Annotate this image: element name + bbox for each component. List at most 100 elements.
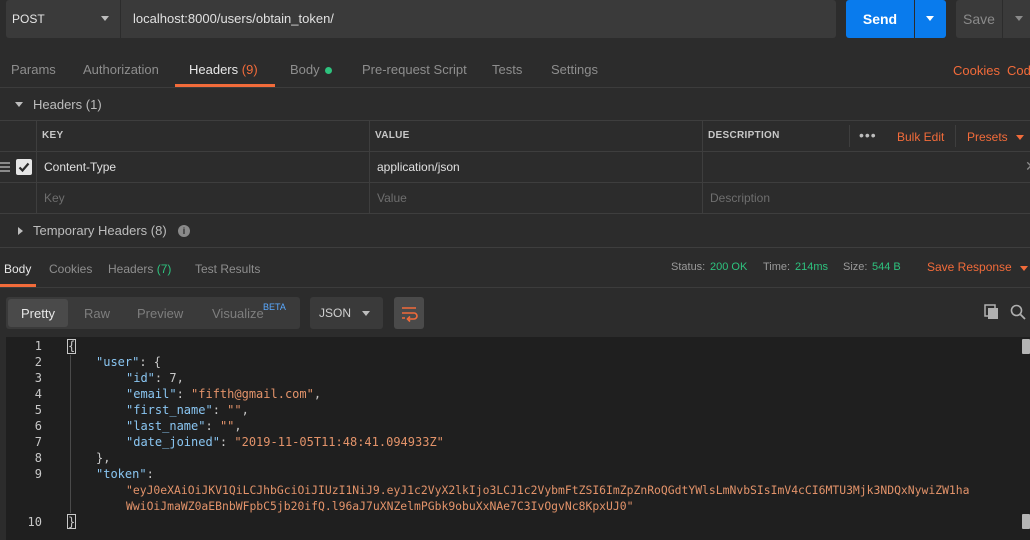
view-pretty-button[interactable]: Pretty [21,306,55,321]
json-string: WwiOiJmaWZ0aEBnbWFpbC5jb20ifQ.l96aJ7uXNZ… [126,499,634,513]
response-tab-body[interactable]: Body [4,262,31,276]
fold-guide [70,355,71,513]
json-key: "first_name" [126,403,213,417]
json-number: 7 [169,371,177,385]
bulk-edit-link[interactable]: Bulk Edit [897,130,944,144]
response-tab-test-results[interactable]: Test Results [195,262,260,276]
column-header-value: VALUE [375,130,410,141]
column-header-description: DESCRIPTION [708,130,780,141]
code-line: "last_name": "", [126,419,242,433]
save-button[interactable]: Save [956,0,1002,38]
new-description-input[interactable]: Description [710,191,770,205]
tab-body[interactable]: Body [290,62,333,77]
scrollbar-thumb[interactable] [1022,339,1030,354]
size-label: Size: [843,261,868,273]
json-string: "fifth@gmail.com" [191,387,314,401]
view-raw-button[interactable]: Raw [84,306,110,321]
tab-params[interactable]: Params [11,62,56,77]
copy-icon[interactable] [984,304,1000,323]
drag-handle-icon[interactable] [0,162,10,174]
save-dropdown-button[interactable] [1003,0,1030,38]
size-value[interactable]: 544 B [872,261,901,273]
line-number: 7 [34,435,42,449]
expand-icon[interactable] [18,227,23,235]
cookies-link[interactable]: Cookies [953,63,1000,78]
line-number: 1 [34,339,42,353]
info-icon[interactable]: i [178,225,190,237]
body-indicator-dot [325,67,333,75]
new-value-input[interactable]: Value [377,191,407,205]
time-label: Time: [763,261,791,273]
temporary-headers-label: Temporary Headers [33,223,148,238]
json-key: "date_joined" [126,435,220,449]
tab-headers[interactable]: Headers (9) [189,62,258,77]
table-border [0,182,1030,183]
more-icon[interactable]: ••• [859,127,877,143]
table-col-divider [702,120,703,213]
check-icon [18,162,30,173]
beta-badge: BETA [263,302,286,312]
time-value[interactable]: 214ms [795,261,828,273]
table-border [0,213,1030,214]
chevron-down-icon[interactable] [101,16,109,21]
code-line: "email": "fifth@gmail.com", [126,387,322,401]
header-key-cell[interactable]: Content-Type [44,160,116,174]
response-tab-headers[interactable]: Headers (7) [108,262,171,276]
search-icon[interactable] [1010,304,1026,323]
send-button[interactable]: Send [846,0,914,38]
send-dropdown-button[interactable] [915,0,946,38]
table-col-divider [369,120,370,213]
tab-prerequest-script[interactable]: Pre-request Script [362,62,467,77]
chevron-down-icon [1015,16,1023,21]
line-number: 3 [34,371,42,385]
wrap-lines-button[interactable] [394,297,424,329]
code-line: "user": { [96,355,162,369]
json-string: "eyJ0eXAiOiJKV1QiLCJhbGciOiJIUzI1NiJ9.ey… [126,483,970,497]
close-icon[interactable]: ✕ [1025,158,1030,175]
tabs-divider [0,87,1030,88]
chevron-down-icon [362,311,370,316]
temporary-headers-title[interactable]: Temporary Headers (8) [33,223,167,238]
temporary-headers-count: (8) [150,223,167,238]
json-key: "id" [126,371,155,385]
line-number: 2 [34,355,42,369]
collapse-icon[interactable] [15,102,23,107]
format-select-label: JSON [319,306,352,320]
presets-link[interactable]: Presets [967,130,1008,144]
code-link[interactable]: Code [1007,63,1030,78]
response-tab-headers-label: Headers [108,262,154,276]
line-number: 8 [34,451,42,465]
line-number: 4 [34,387,42,401]
tab-body-label: Body [290,62,320,77]
table-border-top [0,120,1030,121]
save-response-button[interactable]: Save Response [927,260,1012,274]
tab-tests[interactable]: Tests [492,62,522,77]
json-key: "last_name" [126,419,206,433]
header-value-cell[interactable]: application/json [377,160,460,174]
header-enabled-checkbox[interactable] [16,159,32,175]
line-number: 5 [34,403,42,417]
json-key: "user" [96,355,140,369]
method-label: POST [12,12,45,26]
response-tab-cookies[interactable]: Cookies [49,262,92,276]
tab-headers-label: Headers [189,62,239,77]
tab-settings[interactable]: Settings [551,62,598,77]
chevron-down-icon[interactable] [1020,266,1028,271]
table-col-divider [36,120,37,213]
code-line: "date_joined": "2019-11-05T11:48:41.0949… [126,435,444,449]
json-string: "" [227,403,242,417]
status-value[interactable]: 200 OK [710,261,747,273]
headers-section-title[interactable]: Headers (1) [33,97,102,112]
code-line: { [68,339,75,353]
code-line: "first_name": "", [126,403,249,417]
chevron-down-icon[interactable] [1016,135,1024,140]
new-key-input[interactable]: Key [44,191,65,205]
view-visualize-button[interactable]: Visualize [212,306,264,321]
status-label: Status: [671,261,706,273]
chevron-down-icon [926,16,934,21]
url-text[interactable]: localhost:8000/users/obtain_token/ [133,11,334,26]
view-preview-button[interactable]: Preview [137,306,183,321]
json-string: "2019-11-05T11:48:41.094933Z" [234,435,444,449]
scrollbar-thumb[interactable] [1022,514,1030,529]
tab-authorization[interactable]: Authorization [83,62,159,77]
